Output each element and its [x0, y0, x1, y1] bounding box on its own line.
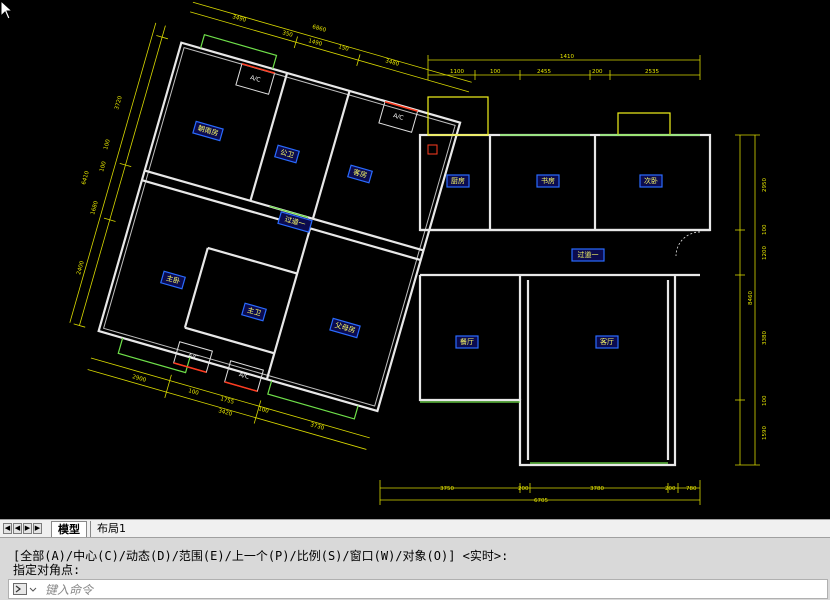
dim-text: 3480: [384, 58, 400, 68]
tab-model[interactable]: 模型: [51, 521, 87, 537]
room-label-dining[interactable]: 餐厅: [455, 335, 479, 349]
dim-text: 1755: [219, 396, 235, 406]
dim-text: 100: [103, 138, 112, 150]
dim-text: 100: [762, 224, 768, 235]
right-wing: [379, 55, 760, 505]
dim-text: 1590: [762, 426, 768, 440]
command-input[interactable]: [43, 581, 817, 599]
dim-text: 3490: [231, 14, 247, 24]
prev-tab-arrow-icon[interactable]: ◀: [13, 523, 22, 534]
left-wing: [69, 1, 472, 450]
dim-text: 8460: [748, 291, 754, 305]
dim-text: 150: [337, 44, 349, 53]
room-label-living[interactable]: 客厅: [595, 335, 619, 349]
dim-text: 6705: [534, 498, 548, 504]
dim-text: 1410: [560, 54, 574, 60]
svg-text:厨房: 厨房: [451, 176, 465, 185]
room-label-bathroom-public[interactable]: 公卫: [274, 144, 300, 164]
command-panel: [全部(A)/中心(C)/动态(D)/范围(E)/上一个(P)/比例(S)/窗口…: [0, 537, 830, 600]
svg-text:餐厅: 餐厅: [460, 337, 474, 346]
room-label-corridor-2[interactable]: 过道一: [571, 248, 605, 262]
dim-text: 100: [99, 160, 108, 172]
dim-text: 2535: [645, 69, 659, 75]
dim-text: 6410: [81, 170, 91, 186]
dim-line-top: [190, 11, 470, 93]
dim-text: 100: [257, 406, 269, 415]
dim-text: 100: [187, 388, 199, 397]
dim-text: 3750: [440, 486, 454, 492]
dim-text: 3780: [590, 486, 604, 492]
dim-text: 100: [762, 395, 768, 406]
ac-unit: A/C: [173, 341, 213, 373]
command-input-row[interactable]: [8, 579, 828, 599]
dim-text: 2400: [76, 260, 86, 276]
svg-text:过道一: 过道一: [578, 250, 599, 259]
right-wing-lower-rooms: [418, 275, 677, 467]
command-history-line: [全部(A)/中心(C)/动态(D)/范围(E)/上一个(P)/比例(S)/窗口…: [13, 549, 509, 563]
room-label-parents-room[interactable]: 父母房: [329, 317, 361, 339]
room-label-master-bedroom[interactable]: 主卧: [160, 270, 186, 290]
balcony-bedroom: [617, 112, 671, 136]
drawing-canvas[interactable]: 3490 6860 350 1490 150 3480 1410 1100 10…: [0, 0, 830, 519]
dim-text: 200: [665, 486, 676, 492]
svg-text:客厅: 客厅: [600, 337, 614, 346]
room-label-corridor-1[interactable]: 过道一: [277, 211, 313, 233]
room-label-bedroom-3[interactable]: 次卧: [639, 174, 663, 188]
room-label-kitchen[interactable]: 厨房: [446, 174, 470, 188]
dim-text: 350: [281, 30, 293, 39]
dim-text: 1200: [762, 246, 768, 260]
svg-text:次卧: 次卧: [644, 176, 658, 185]
room-label-master-bedroom-top[interactable]: 朝南房: [192, 120, 224, 142]
dim-text: 1100: [450, 69, 464, 75]
tab-layout1[interactable]: 布局1: [90, 521, 132, 537]
dim-line-left: [79, 25, 166, 326]
dim-text: 780: [686, 486, 697, 492]
floor-plan: 3490 6860 350 1490 150 3480 1410 1100 10…: [69, 1, 768, 505]
dim-text: 200: [518, 486, 529, 492]
mouse-cursor-icon: [0, 0, 14, 20]
dim-text: 1680: [90, 200, 100, 216]
dim-text: 2950: [762, 178, 768, 192]
last-tab-arrow-icon[interactable]: ▶: [33, 523, 42, 534]
svg-text:A/C: A/C: [238, 371, 250, 381]
dim-text: 200: [592, 69, 603, 75]
dim-text: 3420: [217, 408, 233, 418]
svg-text:A/C: A/C: [392, 112, 404, 122]
dim-text: 6860: [311, 24, 327, 34]
command-prompt-icon[interactable]: [13, 583, 37, 595]
room-label-bedroom-2[interactable]: 客房: [347, 164, 373, 184]
dim-text: 3380: [762, 331, 768, 345]
dim-text: 3720: [114, 95, 124, 111]
room-label-bathroom-master[interactable]: 主卫: [241, 302, 267, 322]
dim-text: 2455: [537, 69, 551, 75]
dim-text: 3730: [309, 422, 325, 432]
command-history-line: 指定对角点:: [13, 563, 81, 577]
svg-text:书房: 书房: [541, 176, 555, 185]
layout-tab-bar: ◀ ◀ ▶ ▶ 模型 布局1: [0, 519, 830, 537]
room-label-study[interactable]: 书房: [536, 174, 560, 188]
next-tab-arrow-icon[interactable]: ▶: [23, 523, 32, 534]
dim-text: 100: [490, 69, 501, 75]
svg-text:A/C: A/C: [249, 74, 261, 84]
first-tab-arrow-icon[interactable]: ◀: [3, 523, 12, 534]
ac-unit: A/C: [378, 101, 419, 133]
